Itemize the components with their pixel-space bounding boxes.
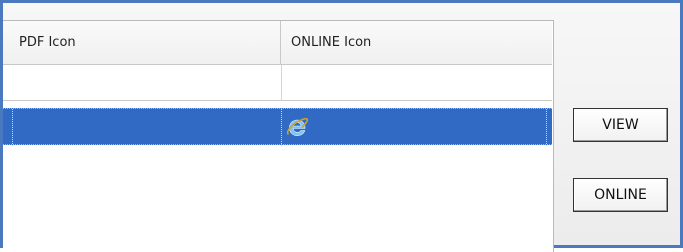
table-row-selected[interactable] <box>3 108 552 146</box>
grid-header: PDF Icon ONLINE Icon <box>3 21 552 65</box>
column-header-online-icon[interactable]: ONLINE Icon <box>281 21 552 64</box>
cell-divider <box>281 65 282 101</box>
view-button[interactable]: VIEW <box>573 108 668 142</box>
cell-divider <box>12 109 14 146</box>
table-row[interactable] <box>3 65 552 101</box>
data-grid[interactable]: PDF Icon ONLINE Icon <box>3 20 554 252</box>
cell-divider <box>546 109 548 146</box>
online-button[interactable]: ONLINE <box>573 178 668 212</box>
internet-explorer-icon[interactable] <box>285 115 309 139</box>
cell-divider <box>281 109 283 146</box>
column-header-pdf-icon[interactable]: PDF Icon <box>3 21 281 64</box>
window-frame: PDF Icon ONLINE Icon VIEW ONLINE <box>0 0 683 252</box>
